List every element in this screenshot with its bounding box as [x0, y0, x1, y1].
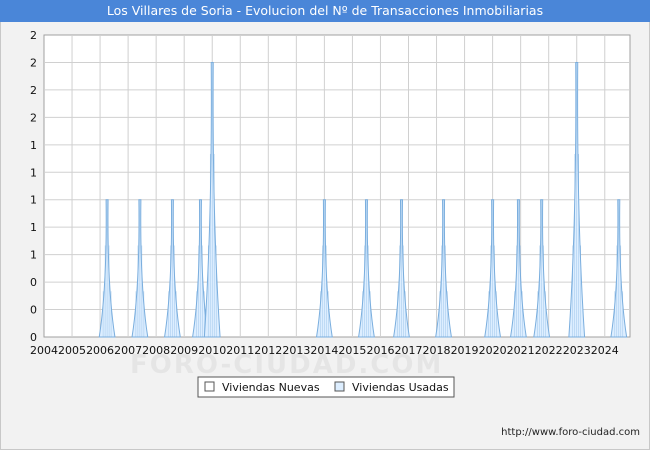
- x-tick-label: 2013: [282, 344, 310, 357]
- y-tick-label: 2: [30, 84, 37, 97]
- y-tick-label: 1: [30, 139, 37, 152]
- footer-url[interactable]: http://www.foro-ciudad.com: [501, 427, 640, 438]
- legend-label-nuevas: Viviendas Nuevas: [222, 381, 320, 394]
- legend-swatch-usadas: [334, 381, 345, 392]
- x-tick-label: 2005: [58, 344, 86, 357]
- x-tick-label: 2021: [507, 344, 535, 357]
- y-tick-label: 2: [30, 111, 37, 124]
- y-tick-label: 1: [30, 166, 37, 179]
- x-tick-label: 2012: [254, 344, 282, 357]
- legend-label-usadas: Viviendas Usadas: [352, 381, 449, 394]
- x-tick-label: 2022: [535, 344, 563, 357]
- x-tick-label: 2004: [30, 344, 58, 357]
- x-tick-label: 2023: [563, 344, 591, 357]
- legend: Viviendas Nuevas Viviendas Usadas: [197, 376, 455, 398]
- x-tick-labels: 2004 2005 2006 2007 2008 2009 2010 2011 2012 2013…: [30, 344, 619, 357]
- x-tick-label: 2019: [451, 344, 479, 357]
- y-tick-label: 2: [30, 29, 37, 42]
- x-tick-label: 2010: [198, 344, 226, 357]
- x-tick-label: 2014: [310, 344, 338, 357]
- y-tick-label: 1: [30, 194, 37, 207]
- legend-swatch-nuevas: [204, 381, 215, 392]
- x-tick-label: 2024: [591, 344, 619, 357]
- x-tick-label: 2018: [423, 344, 451, 357]
- x-tick-label: 2016: [366, 344, 394, 357]
- x-tick-label: 2009: [170, 344, 198, 357]
- y-tick-label: 2: [30, 56, 37, 69]
- chart-canvas: 2004 2005 2006 2007 2008 2009 2010 2011 2012 2013…: [30, 29, 631, 398]
- x-tick-label: 2015: [338, 344, 366, 357]
- x-tick-label: 2017: [394, 344, 422, 357]
- y-tick-label: 0: [30, 276, 37, 289]
- x-tick-label: 2006: [86, 344, 114, 357]
- x-tick-label: 2011: [226, 344, 254, 357]
- y-tick-labels: 0 0 0 1 1 1 1 1 2 2 2 2: [30, 29, 37, 344]
- x-tick-label: 2020: [479, 344, 507, 357]
- y-tick-label: 1: [30, 221, 37, 234]
- x-tick-label: 2008: [142, 344, 170, 357]
- y-tick-label: 1: [30, 249, 37, 262]
- x-tick-label: 2007: [114, 344, 142, 357]
- y-tick-label: 0: [30, 331, 37, 344]
- y-tick-label: 0: [30, 304, 37, 317]
